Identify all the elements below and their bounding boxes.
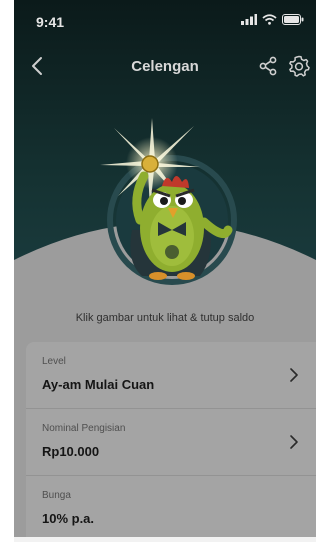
level-value: Ay-am Mulai Cuan [42, 377, 155, 392]
details-card: Level Ay-am Mulai Cuan Nominal Pengisian… [26, 342, 316, 542]
nominal-value: Rp10.000 [42, 444, 100, 459]
balance-hint-text: Klik gambar untuk lihat & tutup saldo [75, 312, 255, 324]
top-nav: Celengan [14, 44, 316, 88]
level-label: Level [42, 356, 66, 367]
interest-row: Bunga 10% p.a. [26, 476, 316, 542]
status-time: 9:41 [36, 14, 65, 30]
gear-icon[interactable] [288, 55, 310, 77]
level-row[interactable]: Level Ay-am Mulai Cuan [26, 342, 316, 408]
nominal-label: Nominal Pengisian [42, 423, 126, 434]
chevron-right-icon [290, 368, 298, 382]
share-icon[interactable] [258, 56, 278, 76]
signal-icon [241, 14, 257, 25]
status-bar: 9:41 [14, 0, 316, 44]
interest-value: 10% p.a. [42, 511, 95, 526]
interest-label: Bunga [42, 490, 71, 501]
wifi-icon [262, 14, 277, 25]
piggy-bank-screen: 9:41 Celengan Klik gambar untuk lihat & … [14, 0, 316, 542]
battery-icon [282, 14, 304, 25]
bottom-sheet-edge [14, 537, 316, 542]
nominal-row[interactable]: Nominal Pengisian Rp10.000 [26, 409, 316, 475]
status-indicators [241, 14, 304, 25]
chevron-right-icon [290, 435, 298, 449]
